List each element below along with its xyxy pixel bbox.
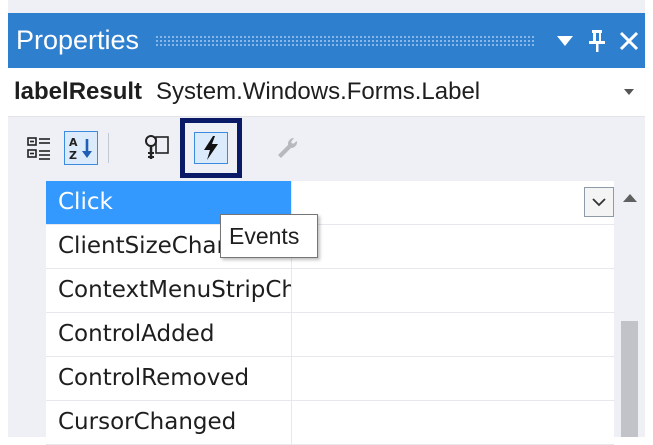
triangle-down-icon: [624, 89, 634, 95]
event-value[interactable]: [292, 313, 614, 356]
categorized-icon: [27, 137, 50, 160]
lightning-icon: [204, 136, 218, 160]
alphabetical-button[interactable]: A Z: [64, 131, 98, 165]
pushpin-icon: [589, 29, 605, 52]
events-highlight-box: [180, 118, 242, 178]
properties-button[interactable]: [140, 131, 174, 165]
grid-margin: [8, 181, 46, 437]
alphabetical-icon: A Z: [69, 136, 92, 161]
event-row[interactable]: ControlAdded: [46, 313, 614, 357]
right-edge: [645, 0, 653, 437]
auto-hide-pin-button[interactable]: [581, 21, 613, 61]
triangle-down-icon: [557, 35, 573, 46]
property-grid: Click ClientSizeChanged ContextMenuStrip…: [8, 181, 645, 445]
property-pages-button[interactable]: [270, 131, 304, 165]
object-name: labelResult: [14, 78, 143, 105]
event-row-click[interactable]: Click: [46, 181, 614, 225]
event-name: CursorChanged: [46, 401, 292, 444]
triangle-up-icon: [622, 194, 637, 202]
event-row[interactable]: CursorChanged: [46, 401, 614, 445]
events-tooltip: Events: [220, 214, 318, 258]
event-value[interactable]: [292, 269, 614, 312]
object-selector-dropdown[interactable]: [621, 84, 637, 100]
event-value[interactable]: [292, 357, 614, 400]
event-name: ContextMenuStripChanged: [46, 269, 292, 312]
wrench-icon: [278, 137, 298, 158]
scroll-thumb[interactable]: [621, 321, 638, 437]
object-type: System.Windows.Forms.Label: [156, 78, 481, 105]
event-name: ControlRemoved: [46, 357, 292, 400]
toolbar: A Z: [8, 117, 645, 181]
scroll-up-button[interactable]: [614, 181, 645, 215]
event-row[interactable]: ClientSizeChanged: [46, 225, 614, 269]
event-row[interactable]: ContextMenuStripChanged: [46, 269, 614, 313]
event-value[interactable]: [292, 401, 614, 444]
event-name: ControlAdded: [46, 313, 292, 356]
close-icon: [619, 31, 639, 50]
window-position-dropdown-button[interactable]: [549, 21, 581, 61]
events-button[interactable]: [194, 132, 228, 164]
title-bar[interactable]: Properties: [8, 13, 645, 68]
left-edge: [0, 0, 8, 437]
event-value[interactable]: [292, 225, 614, 268]
window-title: Properties: [16, 25, 140, 55]
svg-text:Z: Z: [69, 149, 77, 161]
close-button[interactable]: [613, 21, 645, 61]
chevron-down-icon: [592, 197, 606, 206]
object-selector[interactable]: labelResult System.Windows.Forms.Label: [8, 68, 645, 117]
toolbar-separator: [108, 133, 109, 163]
vertical-scrollbar[interactable]: [614, 181, 645, 437]
properties-icon: [145, 135, 169, 159]
event-value[interactable]: [292, 181, 614, 224]
event-handler-dropdown[interactable]: [584, 187, 614, 217]
properties-window: Properties labelResult System.Windows.Fo…: [0, 0, 653, 445]
svg-text:A: A: [69, 136, 78, 149]
categorized-button[interactable]: [22, 131, 56, 165]
event-row[interactable]: ControlRemoved: [46, 357, 614, 401]
title-grip[interactable]: [155, 34, 535, 47]
